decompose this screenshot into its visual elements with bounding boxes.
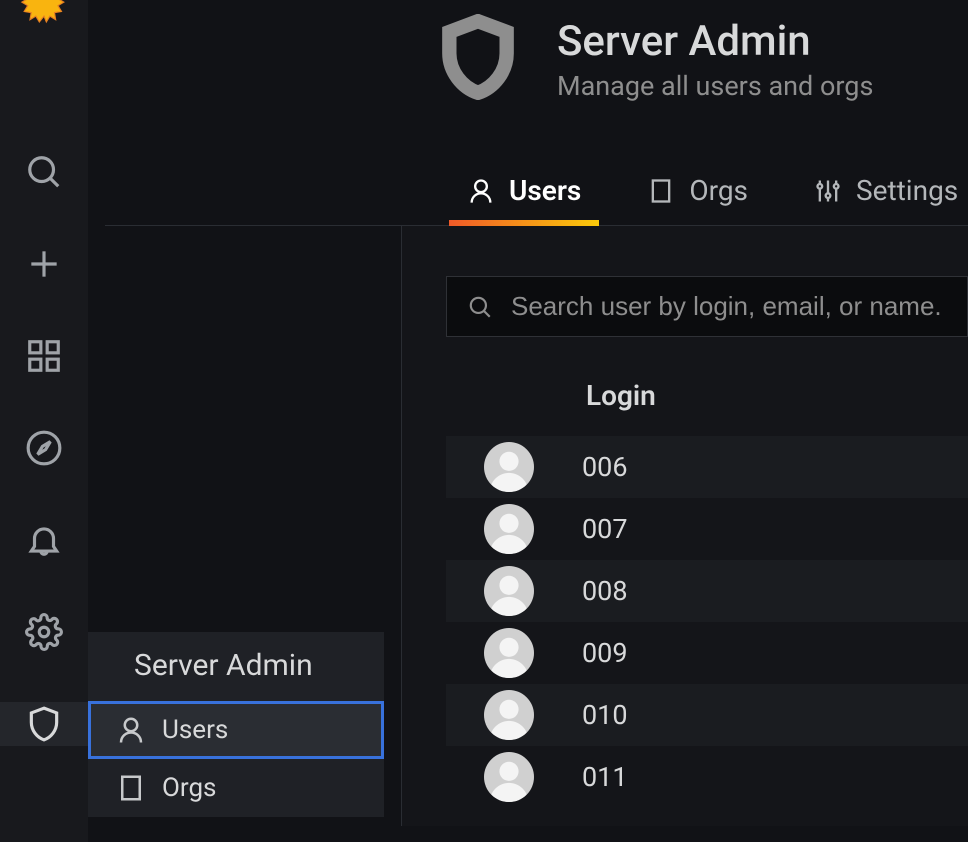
tabs: Users Orgs Settings bbox=[105, 164, 968, 226]
submenu-item-orgs[interactable]: Orgs bbox=[88, 759, 384, 817]
building-icon bbox=[116, 773, 146, 803]
users-table: Login 006 007 008 009 010 011 bbox=[446, 379, 968, 808]
avatar bbox=[484, 566, 534, 616]
shield-icon bbox=[25, 705, 63, 743]
user-login: 008 bbox=[582, 575, 628, 607]
nav-explore[interactable] bbox=[0, 426, 88, 470]
tab-settings[interactable]: Settings bbox=[810, 164, 962, 225]
nav-dashboards[interactable] bbox=[0, 334, 88, 378]
compass-icon bbox=[25, 429, 63, 467]
page-header-text: Server Admin Manage all users and orgs bbox=[557, 17, 873, 102]
search-icon bbox=[467, 294, 493, 320]
nav-alerting[interactable] bbox=[0, 518, 88, 562]
user-login: 007 bbox=[582, 513, 628, 545]
tab-orgs[interactable]: Orgs bbox=[643, 164, 752, 225]
tab-label: Users bbox=[509, 174, 581, 207]
user-login: 011 bbox=[582, 761, 628, 793]
shield-icon bbox=[435, 14, 521, 104]
gear-icon bbox=[25, 613, 63, 651]
building-icon bbox=[647, 177, 675, 205]
bell-icon bbox=[25, 521, 63, 559]
tab-users[interactable]: Users bbox=[463, 164, 585, 225]
tab-label: Orgs bbox=[689, 174, 748, 207]
content-panel: Login 006 007 008 009 010 011 bbox=[401, 226, 968, 826]
table-row[interactable]: 006 bbox=[446, 436, 968, 498]
sidebar bbox=[0, 0, 88, 842]
submenu-item-label: Users bbox=[162, 715, 228, 745]
nav-server-admin[interactable] bbox=[0, 702, 88, 746]
tab-label: Settings bbox=[856, 174, 958, 207]
avatar bbox=[484, 442, 534, 492]
page-header: Server Admin Manage all users and orgs bbox=[105, 14, 968, 104]
submenu-item-users[interactable]: Users bbox=[88, 701, 384, 759]
search-box[interactable] bbox=[446, 276, 968, 337]
nav-icons bbox=[0, 150, 88, 746]
grid-icon bbox=[25, 337, 63, 375]
user-login: 009 bbox=[582, 637, 628, 669]
plus-icon bbox=[25, 245, 63, 283]
table-row[interactable]: 011 bbox=[446, 746, 968, 808]
submenu-title: Server Admin bbox=[88, 632, 384, 701]
user-login: 010 bbox=[582, 699, 628, 731]
submenu-item-label: Orgs bbox=[162, 773, 216, 803]
user-login: 006 bbox=[582, 451, 628, 483]
nav-search[interactable] bbox=[0, 150, 88, 194]
user-icon bbox=[467, 177, 495, 205]
logo-area bbox=[0, 0, 88, 60]
search-input[interactable] bbox=[511, 291, 947, 322]
avatar bbox=[484, 504, 534, 554]
page-title: Server Admin bbox=[557, 17, 873, 66]
table-header-login: Login bbox=[446, 379, 968, 412]
table-row[interactable]: 007 bbox=[446, 498, 968, 560]
table-row[interactable]: 008 bbox=[446, 560, 968, 622]
user-icon bbox=[116, 715, 146, 745]
avatar bbox=[484, 628, 534, 678]
nav-configuration[interactable] bbox=[0, 610, 88, 654]
nav-create[interactable] bbox=[0, 242, 88, 286]
table-row[interactable]: 010 bbox=[446, 684, 968, 746]
sliders-icon bbox=[814, 177, 842, 205]
avatar bbox=[484, 690, 534, 740]
submenu-panel: Server Admin Users Orgs bbox=[88, 632, 384, 817]
table-row[interactable]: 009 bbox=[446, 622, 968, 684]
avatar bbox=[484, 752, 534, 802]
page-subtitle: Manage all users and orgs bbox=[557, 70, 873, 102]
search-icon bbox=[25, 153, 63, 191]
grafana-logo-icon bbox=[16, 0, 72, 40]
